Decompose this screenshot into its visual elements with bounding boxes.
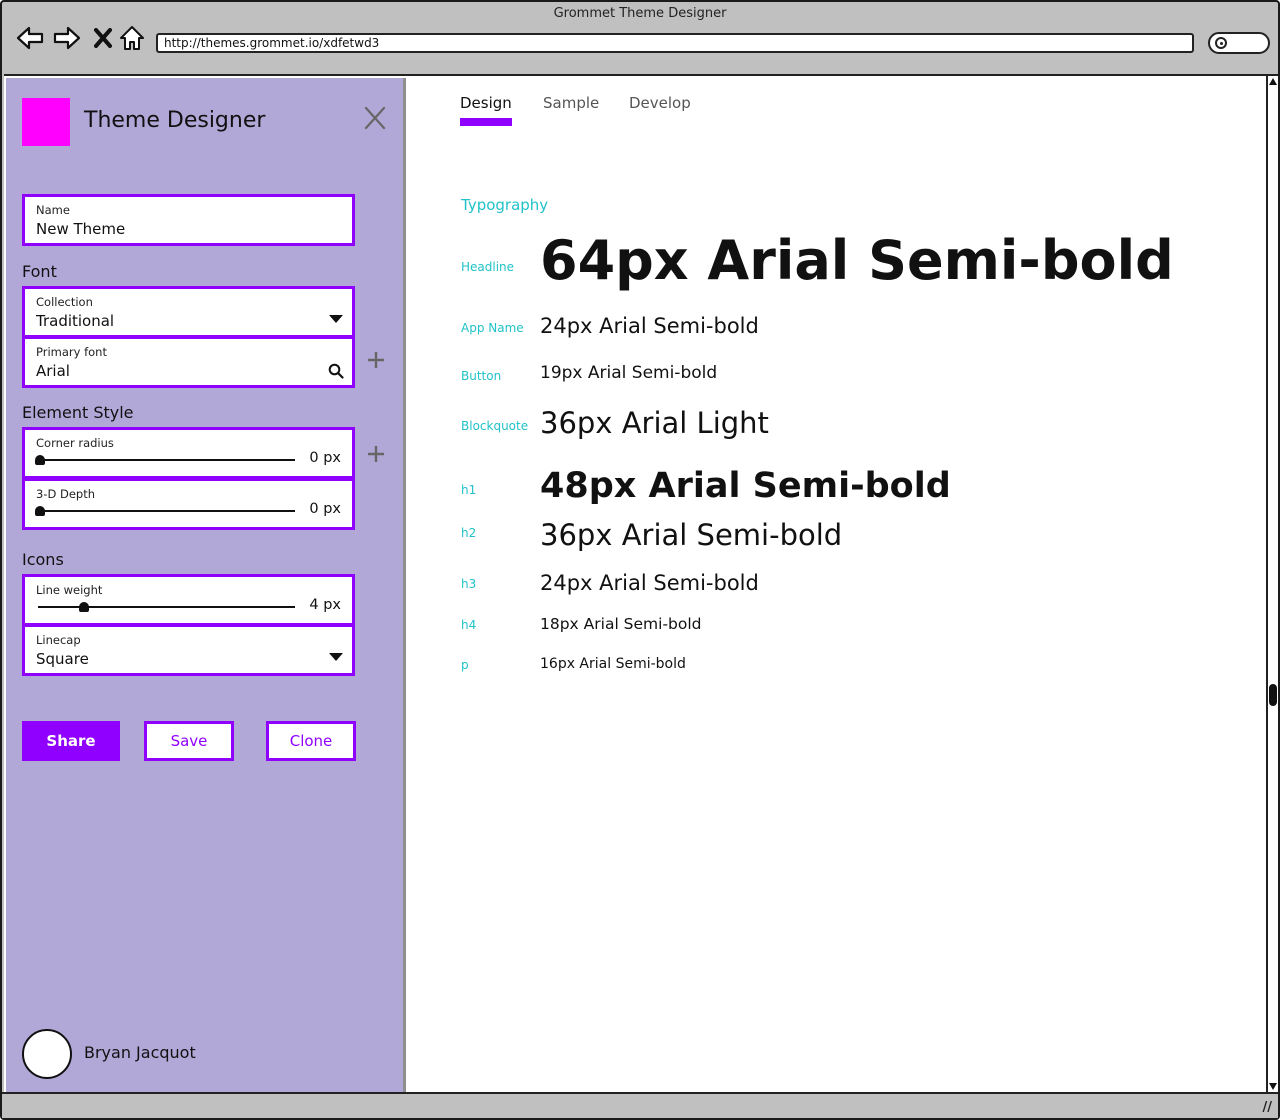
corner-radius-slider[interactable]: Corner radius 0 px (22, 427, 355, 479)
element-style-section-heading: Element Style (22, 403, 134, 422)
font-section-heading: Font (22, 262, 57, 281)
h1-label: h1 (461, 483, 477, 497)
tab-design[interactable]: Design (460, 94, 512, 112)
line-weight-label: Line weight (36, 583, 103, 597)
headline-sample: 64px Arial Semi-bold (540, 229, 1174, 292)
browser-window: Grommet Theme Designer http://themes.gro… (0, 0, 1280, 1120)
scroll-down-icon[interactable] (1269, 1083, 1277, 1090)
collection-label: Collection (36, 295, 93, 309)
share-button[interactable]: Share (22, 721, 120, 761)
theme-name-label: Name (36, 203, 70, 217)
theme-designer-sidebar: Theme Designer Name New Theme Font Colle… (6, 78, 406, 1092)
corner-radius-label: Corner radius (36, 436, 114, 450)
browser-search-field[interactable] (1208, 32, 1270, 54)
page-viewport: Theme Designer Name New Theme Font Colle… (4, 74, 1268, 1092)
close-icon[interactable] (364, 106, 386, 130)
slider-handle[interactable] (35, 506, 45, 516)
line-weight-slider[interactable]: Line weight 4 px (22, 574, 355, 626)
blockquote-sample: 36px Arial Light (540, 406, 769, 440)
h3-label: h3 (461, 577, 477, 591)
search-icon (1215, 37, 1227, 49)
window-title: Grommet Theme Designer (553, 6, 727, 21)
headline-label: Headline (461, 260, 515, 274)
scrollbar-thumb[interactable] (1269, 684, 1277, 706)
h4-sample: 18px Arial Semi-bold (540, 615, 702, 633)
theme-name-field[interactable]: Name New Theme (22, 194, 355, 246)
vertical-scrollbar[interactable] (1266, 74, 1278, 1092)
h3-sample: 24px Arial Semi-bold (540, 571, 759, 595)
clone-button[interactable]: Clone (266, 721, 356, 761)
save-button[interactable]: Save (144, 721, 234, 761)
corner-radius-value: 0 px (309, 450, 341, 466)
add-font-icon[interactable] (366, 350, 386, 370)
typography-heading: Typography (461, 196, 549, 214)
search-icon[interactable] (328, 363, 344, 383)
tab-develop[interactable]: Develop (629, 94, 691, 112)
url-bar[interactable]: http://themes.grommet.io/xdfetwd3 (156, 33, 1194, 53)
avatar[interactable] (22, 1029, 72, 1079)
theme-name-value: New Theme (36, 220, 126, 238)
app-name-sample: 24px Arial Semi-bold (540, 314, 759, 338)
app-name-label: App Name (461, 321, 524, 335)
depth-value: 0 px (309, 501, 341, 517)
h1-sample: 48px Arial Semi-bold (540, 466, 951, 506)
h4-label: h4 (461, 618, 477, 632)
linecap-select[interactable]: Linecap Square (22, 624, 355, 676)
forward-arrow-icon[interactable] (53, 24, 81, 52)
linecap-value: Square (36, 650, 89, 668)
depth-label: 3-D Depth (36, 487, 96, 501)
primary-font-field[interactable]: Primary font Arial (22, 336, 355, 388)
slider-track[interactable] (38, 459, 295, 461)
resize-grip-icon[interactable]: // (1263, 1100, 1273, 1115)
add-style-icon[interactable] (366, 444, 386, 464)
status-bar: // (2, 1092, 1278, 1118)
back-arrow-icon[interactable] (16, 24, 44, 52)
home-icon[interactable] (118, 24, 146, 52)
collection-value: Traditional (36, 312, 115, 330)
active-tab-indicator (460, 118, 512, 126)
slider-track[interactable] (38, 606, 295, 608)
chevron-down-icon[interactable] (329, 653, 343, 661)
sidebar-title: Theme Designer (84, 108, 266, 133)
linecap-label: Linecap (36, 633, 81, 647)
primary-font-value: Arial (36, 362, 70, 380)
scroll-up-icon[interactable] (1269, 78, 1277, 85)
stop-icon[interactable] (89, 24, 117, 52)
chevron-down-icon[interactable] (329, 315, 343, 323)
p-label: p (461, 658, 469, 672)
primary-font-label: Primary font (36, 345, 107, 359)
brand-color-swatch[interactable] (22, 98, 70, 146)
icons-section-heading: Icons (22, 550, 64, 569)
h2-label: h2 (461, 526, 477, 540)
tab-sample[interactable]: Sample (543, 94, 599, 112)
blockquote-label: Blockquote (461, 419, 529, 433)
collection-select[interactable]: Collection Traditional (22, 286, 355, 338)
user-name: Bryan Jacquot (84, 1043, 196, 1062)
slider-handle[interactable] (78, 602, 89, 612)
button-label: Button (461, 369, 502, 383)
slider-track[interactable] (38, 510, 295, 512)
button-sample: 19px Arial Semi-bold (540, 363, 718, 383)
depth-slider[interactable]: 3-D Depth 0 px (22, 478, 355, 530)
slider-handle[interactable] (35, 455, 45, 465)
h2-sample: 36px Arial Semi-bold (540, 518, 843, 552)
line-weight-value: 4 px (309, 597, 341, 613)
p-sample: 16px Arial Semi-bold (540, 656, 686, 672)
